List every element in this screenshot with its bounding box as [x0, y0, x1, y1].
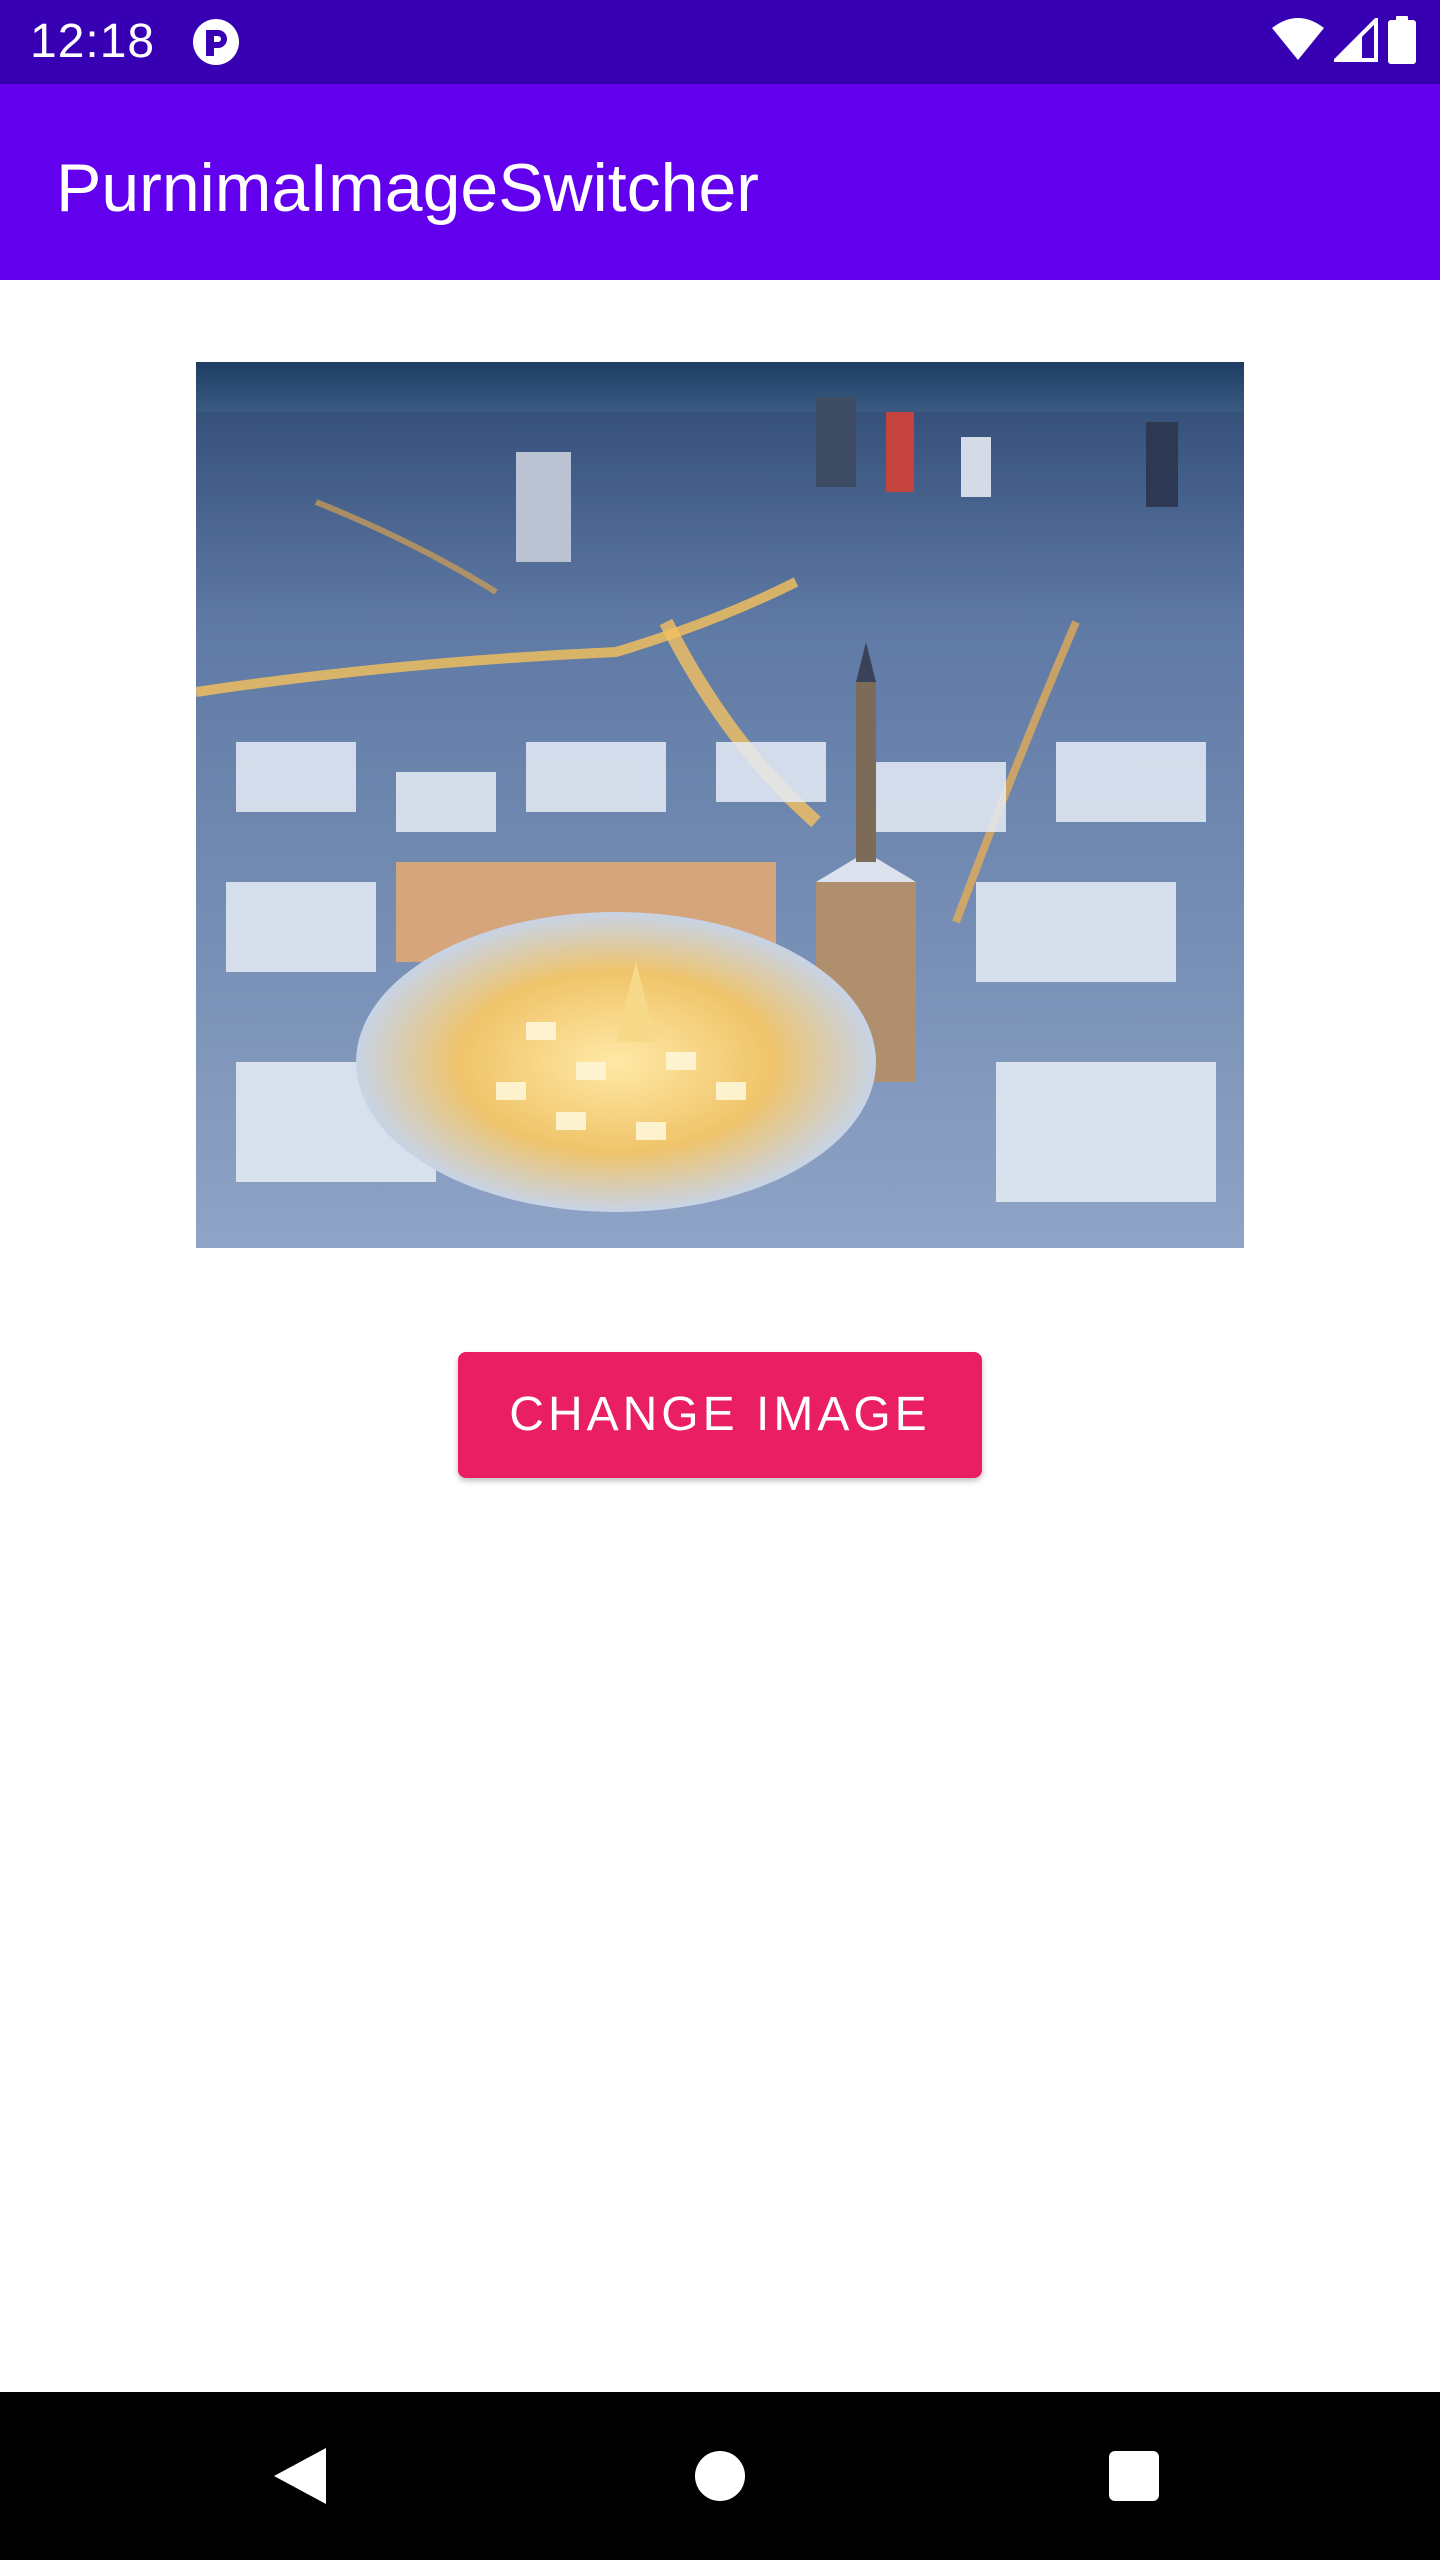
main-content: CHANGE IMAGE — [0, 280, 1440, 2392]
navigation-bar — [0, 2392, 1440, 2560]
app-notification-icon — [192, 18, 240, 66]
change-image-button[interactable]: CHANGE IMAGE — [458, 1352, 982, 1478]
image-switcher-view — [196, 362, 1244, 1248]
city-photo-image — [196, 362, 1244, 1248]
cellular-signal-icon — [1331, 14, 1378, 67]
app-title: PurnimaImageSwitcher — [56, 150, 759, 226]
back-icon[interactable] — [250, 2426, 350, 2526]
home-icon[interactable] — [670, 2426, 770, 2526]
status-bar: 12:18 — [0, 0, 1440, 84]
battery-icon — [1388, 15, 1416, 69]
app-bar: PurnimaImageSwitcher — [0, 84, 1440, 280]
status-time: 12:18 — [30, 15, 156, 68]
wifi-icon — [1272, 17, 1324, 67]
recents-icon[interactable] — [1084, 2426, 1184, 2526]
status-icons — [1272, 14, 1416, 69]
